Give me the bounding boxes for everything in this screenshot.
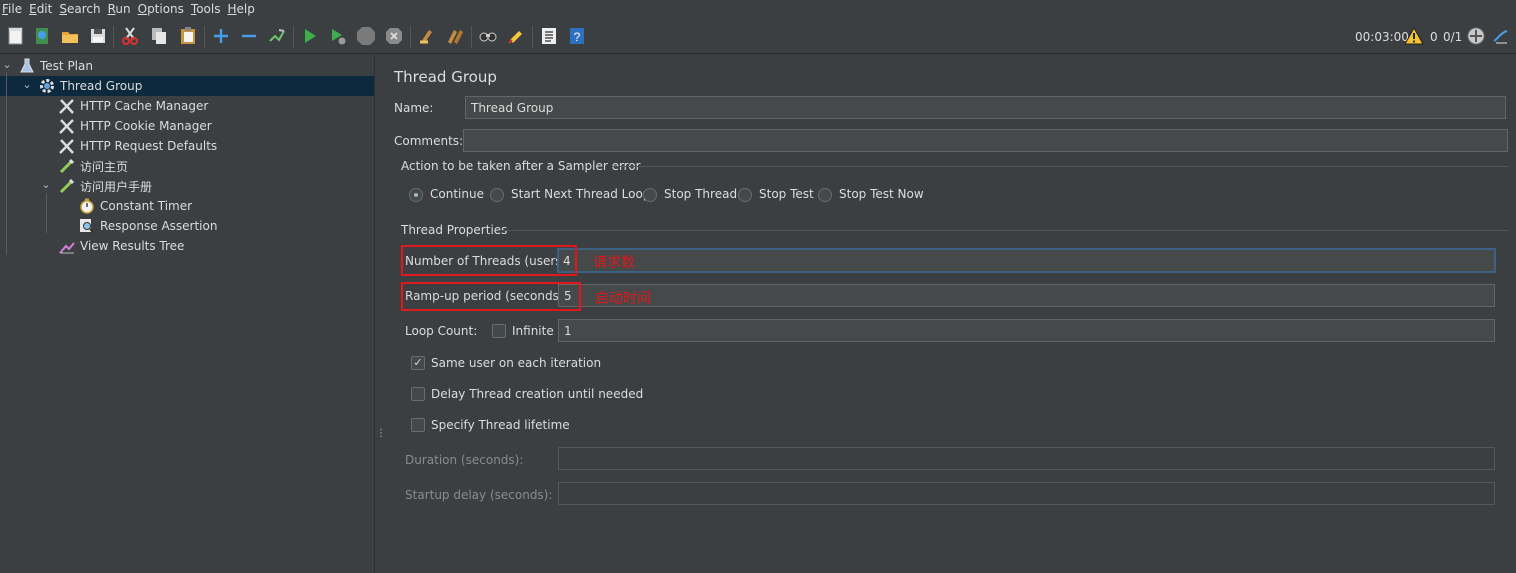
thread-lifetime-checkbox[interactable] <box>411 418 425 432</box>
delay-thread-label: Delay Thread creation until needed <box>431 387 644 401</box>
threads-annotation: 请求数 <box>593 255 635 271</box>
test-plan-icon <box>18 57 36 75</box>
chevron-down-icon[interactable]: ⌄ <box>40 179 52 191</box>
infinite-label: Infinite <box>512 324 554 338</box>
tree-node-visit-user-manual[interactable]: 访问用户手册 <box>58 176 152 196</box>
radio-stop-test-label: Stop Test <box>759 187 814 201</box>
toggle-icon[interactable] <box>266 25 288 47</box>
gear-icon <box>38 77 56 95</box>
radio-start-next-thread-loop-label: Start Next Thread Loop <box>511 187 651 201</box>
menu-search[interactable]: Search <box>57 0 103 18</box>
menu-run[interactable]: Run <box>106 0 134 18</box>
function-helper-icon[interactable] <box>538 25 560 47</box>
clear-icon[interactable] <box>416 25 438 47</box>
stop-icon[interactable] <box>355 25 377 47</box>
radio-stop-test-now-label: Stop Test Now <box>839 187 924 201</box>
loop-count-field[interactable] <box>558 319 1495 342</box>
name-field[interactable] <box>465 96 1506 119</box>
menu-bar: File Edit Search Run Options Tools Help <box>0 0 1516 18</box>
collapse-icon[interactable] <box>238 25 260 47</box>
radio-stop-thread-label: Stop Thread <box>664 187 738 201</box>
threads-highlight-box <box>401 245 577 276</box>
menu-options[interactable]: Options <box>136 0 187 18</box>
rampup-field[interactable] <box>558 284 1495 307</box>
chevron-down-icon[interactable]: ⌄ <box>1 59 13 71</box>
comments-label: Comments: <box>394 134 464 148</box>
cut-icon[interactable] <box>119 25 141 47</box>
toolbar: ? 00:03:00 0 0/1 <box>0 20 1516 54</box>
svg-text:?: ? <box>574 30 581 44</box>
radio-continue[interactable] <box>409 188 423 202</box>
chevron-down-icon[interactable]: ⌄ <box>21 79 33 91</box>
wrench-icon <box>58 97 76 115</box>
tree-node-response-assertion[interactable]: Response Assertion <box>78 216 217 236</box>
start-no-pauses-icon[interactable] <box>327 25 349 47</box>
menu-file[interactable]: File <box>0 0 25 18</box>
warning-icon[interactable] <box>1403 25 1425 47</box>
sampler-error-section-title: Action to be taken after a Sampler error <box>401 159 641 173</box>
stopwatch-icon <box>78 197 96 215</box>
panel-splitter[interactable] <box>374 55 384 573</box>
reset-search-icon[interactable] <box>505 25 527 47</box>
tree-node-http-request-defaults[interactable]: HTTP Request Defaults <box>58 136 217 156</box>
test-plan-tree: ⌄ Test Plan ⌄ Thread Group HTTP Cache Ma… <box>0 55 374 573</box>
tree-node-visit-home[interactable]: 访问主页 <box>58 156 128 176</box>
shutdown-icon[interactable] <box>383 25 405 47</box>
radio-stop-test-now[interactable] <box>818 188 832 202</box>
chart-icon <box>58 237 76 255</box>
tree-node-constant-timer[interactable]: Constant Timer <box>78 196 192 216</box>
radio-stop-test[interactable] <box>738 188 752 202</box>
thread-properties-section-title: Thread Properties <box>401 223 508 237</box>
thread-group-panel: Thread Group Name: Comments: Action to b… <box>384 55 1516 573</box>
new-icon[interactable] <box>5 25 27 47</box>
tree-node-view-results-tree[interactable]: View Results Tree <box>58 236 184 256</box>
open-icon[interactable] <box>59 25 81 47</box>
paste-icon[interactable] <box>177 25 199 47</box>
delay-thread-checkbox[interactable] <box>411 387 425 401</box>
menu-edit[interactable]: Edit <box>27 0 55 18</box>
thread-lifetime-label: Specify Thread lifetime <box>431 418 570 432</box>
loop-count-label: Loop Count: <box>405 324 478 338</box>
pipette-icon <box>58 157 76 175</box>
tree-node-http-cookie-manager[interactable]: HTTP Cookie Manager <box>58 116 212 136</box>
menu-tools[interactable]: Tools <box>189 0 224 18</box>
radio-continue-label: Continue <box>430 187 484 201</box>
copy-icon[interactable] <box>148 25 170 47</box>
magnifier-icon <box>78 217 96 235</box>
name-label: Name: <box>394 101 434 115</box>
menu-help[interactable]: Help <box>226 0 258 18</box>
elapsed-timer: 00:03:00 <box>1355 30 1409 44</box>
search-icon[interactable] <box>477 25 499 47</box>
infinite-checkbox[interactable] <box>492 324 506 338</box>
startup-delay-label: Startup delay (seconds): <box>405 488 553 502</box>
duration-field[interactable] <box>558 447 1495 470</box>
threads-field[interactable] <box>557 248 1496 273</box>
radio-stop-thread[interactable] <box>643 188 657 202</box>
comments-field[interactable] <box>463 129 1508 152</box>
same-user-label: Same user on each iteration <box>431 356 602 370</box>
expand-icon[interactable] <box>210 25 232 47</box>
tree-node-http-cache-manager[interactable]: HTTP Cache Manager <box>58 96 208 116</box>
help-icon[interactable]: ? <box>566 25 588 47</box>
clear-all-icon[interactable] <box>444 25 466 47</box>
wrench-icon <box>58 117 76 135</box>
rampup-annotation: 启动时间 <box>595 291 651 307</box>
pipette-icon <box>58 177 76 195</box>
startup-delay-field[interactable] <box>558 482 1495 505</box>
start-icon[interactable] <box>299 25 321 47</box>
log-viewer-icon[interactable] <box>1490 25 1512 47</box>
tree-node-thread-group[interactable]: Thread Group <box>38 76 142 96</box>
tree-node-test-plan[interactable]: Test Plan <box>18 56 93 76</box>
same-user-checkbox[interactable]: ✓ <box>411 356 425 370</box>
wrench-icon <box>58 137 76 155</box>
remote-status-icon[interactable] <box>1465 25 1487 47</box>
page-title: Thread Group <box>394 68 497 86</box>
active-thread-count: 0/1 <box>1443 30 1463 44</box>
templates-icon[interactable] <box>31 25 53 47</box>
save-icon[interactable] <box>87 25 109 47</box>
radio-start-next-thread-loop[interactable] <box>490 188 504 202</box>
duration-label: Duration (seconds): <box>405 453 524 467</box>
warning-count: 0 <box>1430 30 1438 44</box>
rampup-highlight-box <box>401 282 581 311</box>
